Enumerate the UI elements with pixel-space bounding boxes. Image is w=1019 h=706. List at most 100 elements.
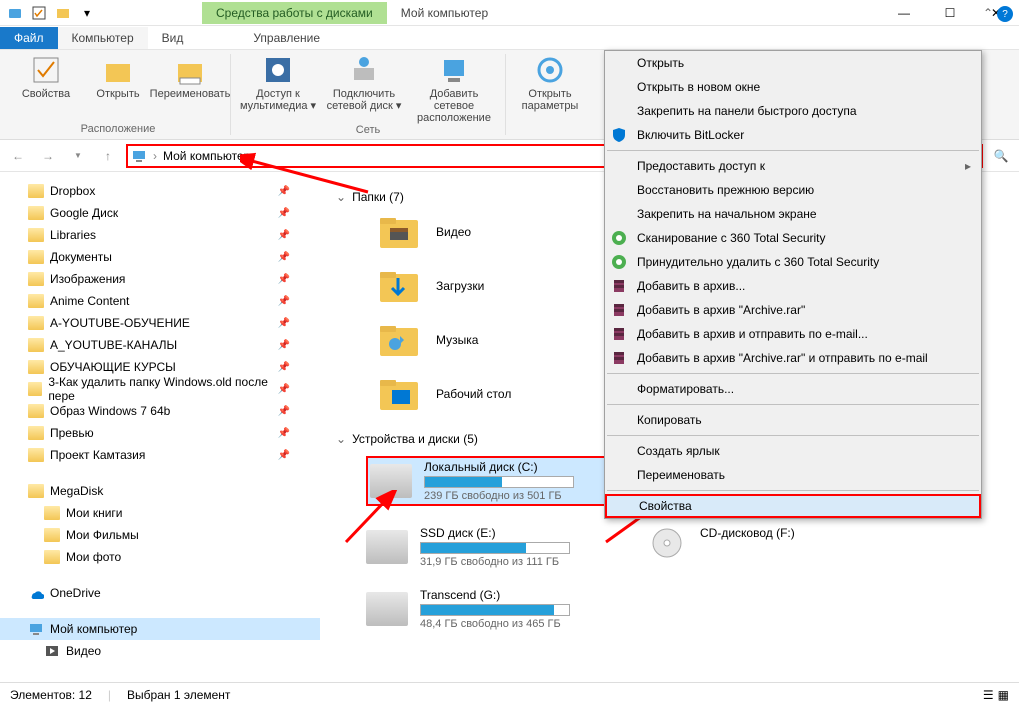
tree-label: Проект Камтазия [50,448,145,462]
details-view-icon[interactable]: ☰ [983,688,994,702]
drive-item[interactable]: SSD диск (E:)31,9 ГБ свободно из 111 ГБ [366,526,626,568]
menu-item[interactable]: Переименовать [605,463,981,487]
menu-item[interactable]: Форматировать... [605,377,981,401]
tiles-view-icon[interactable]: ▦ [998,688,1009,702]
window-title: Мой компьютер [401,6,488,20]
qat-icon[interactable] [4,2,26,24]
map-drive-button[interactable]: Подключить сетевой диск ▾ [325,54,403,112]
nav-pane[interactable]: Dropbox📌Google Диск📌Libraries📌Документы📌… [0,172,320,682]
tree-item[interactable]: Мои фото [0,546,320,568]
drive-item[interactable]: Transcend (G:)48,4 ГБ свободно из 465 ГБ [366,588,626,630]
folder-name: Загрузки [436,279,484,293]
tree-item[interactable]: 3-Как удалить папку Windows.old после пе… [0,378,320,400]
back-button[interactable]: ← [6,144,30,168]
ribbon-group-network: Доступ к мультимедиа ▾ Подключить сетево… [231,54,506,135]
ribbon-group-system: Открыть параметры [506,54,594,135]
quick-access-toolbar: ▾ [0,2,102,24]
tree-item[interactable]: Образ Windows 7 64b 📌 [0,400,320,422]
properties-button[interactable]: Свойства [14,54,78,100]
drive-bar [424,476,574,488]
menu-item[interactable]: Добавить в архив и отправить по e-mail..… [605,322,981,346]
tab-view[interactable]: Вид [148,27,198,49]
menu-item[interactable]: Закрепить на панели быстрого доступа [605,99,981,123]
tree-item[interactable]: Libraries📌 [0,224,320,246]
qat-properties[interactable] [28,2,50,24]
forward-button[interactable]: → [36,144,60,168]
drive-item[interactable]: Локальный диск (C:)239 ГБ свободно из 50… [366,456,626,506]
menu-item[interactable]: Добавить в архив "Archive.rar" и отправи… [605,346,981,370]
tree-item[interactable]: Документы📌 [0,246,320,268]
qat-dropdown[interactable]: ▾ [76,2,98,24]
tree-item[interactable]: Видео [0,640,320,662]
menu-item[interactable]: Свойства [605,494,981,518]
recent-button[interactable]: ▼ [66,144,90,168]
menu-label: Принудительно удалить с 360 Total Securi… [637,255,879,269]
menu-item[interactable]: Добавить в архив... [605,274,981,298]
tab-computer[interactable]: Компьютер [58,27,148,49]
pin-icon: 📌 [278,208,290,219]
menu-item[interactable]: Открыть [605,51,981,75]
menu-label: Добавить в архив "Archive.rar" [637,303,805,317]
tree-label: Мой компьютер [50,622,137,636]
tree-item[interactable]: Изображения📌 [0,268,320,290]
menu-item[interactable]: Добавить в архив "Archive.rar" [605,298,981,322]
up-button[interactable]: ↑ [96,144,120,168]
tree-item[interactable]: Мои книги [0,502,320,524]
tree-item[interactable]: Мои Фильмы [0,524,320,546]
tree-label: Мои фото [66,550,121,564]
add-network-button[interactable]: Добавить сетевое расположение [411,54,497,124]
tree-item[interactable]: Проект Камтазия📌 [0,444,320,466]
search-icon[interactable]: 🔍 [989,144,1013,168]
titlebar: ▾ Средства работы с дисками Мой компьюте… [0,0,1019,26]
tree-item[interactable]: A-YOUTUBE-ОБУЧЕНИЕ📌 [0,312,320,334]
maximize-button[interactable]: ☐ [927,0,973,26]
tree-item[interactable]: A_YOUTUBE-КАНАЛЫ📌 [0,334,320,356]
rename-button[interactable]: Переименовать [158,54,222,100]
minimize-button[interactable]: — [881,0,927,26]
tree-item[interactable]: Anime Content📌 [0,290,320,312]
drive-item[interactable]: CD-дисковод (F:) [646,526,906,568]
360-icon [611,254,627,270]
menu-item[interactable]: Восстановить прежнюю версию [605,178,981,202]
menu-label: Открыть в новом окне [637,80,760,94]
tree-label: Anime Content [50,294,129,308]
file-tab[interactable]: Файл [0,27,58,49]
pin-icon: 📌 [278,274,290,285]
menu-item[interactable]: Закрепить на начальном экране [605,202,981,226]
item-count: Элементов: 12 [10,688,92,702]
help-icon[interactable]: ? [997,6,1013,22]
menu-label: Свойства [639,499,692,513]
tree-item[interactable]: OneDrive [0,582,320,604]
menu-item[interactable]: Открыть в новом окне [605,75,981,99]
tree-item[interactable]: Мой компьютер [0,618,320,640]
pin-icon: 📌 [278,406,290,417]
menu-item[interactable]: Создать ярлык [605,439,981,463]
pin-icon: 📌 [278,230,290,241]
tree-item[interactable]: Google Диск📌 [0,202,320,224]
360-icon [611,230,627,246]
qat-new-folder[interactable] [52,2,74,24]
selection-count: Выбран 1 элемент [127,688,230,702]
menu-item[interactable]: Принудительно удалить с 360 Total Securi… [605,250,981,274]
menu-item[interactable]: Копировать [605,408,981,432]
submenu-arrow-icon: ▸ [965,159,971,173]
tree-item[interactable]: Dropbox📌 [0,180,320,202]
menu-label: Копировать [637,413,702,427]
drive-bar [420,542,570,554]
menu-item[interactable]: Предоставить доступ к▸ [605,154,981,178]
tree-item[interactable]: MegaDisk [0,480,320,502]
menu-separator [607,150,979,151]
tree-label: Образ Windows 7 64b [50,404,170,418]
open-settings-button[interactable]: Открыть параметры [514,54,586,112]
pin-icon: 📌 [278,318,290,329]
open-button[interactable]: Открыть [86,54,150,100]
menu-item[interactable]: Включить BitLocker [605,123,981,147]
collapse-ribbon-icon[interactable]: ⌃ [983,6,993,20]
drive-bar [420,604,570,616]
tree-item[interactable]: Превью📌 [0,422,320,444]
menu-item[interactable]: Сканирование с 360 Total Security [605,226,981,250]
tab-manage[interactable]: Управление [239,27,334,49]
folder-name: Видео [436,225,471,239]
media-access-button[interactable]: Доступ к мультимедиа ▾ [239,54,317,112]
rar-icon [611,326,627,342]
